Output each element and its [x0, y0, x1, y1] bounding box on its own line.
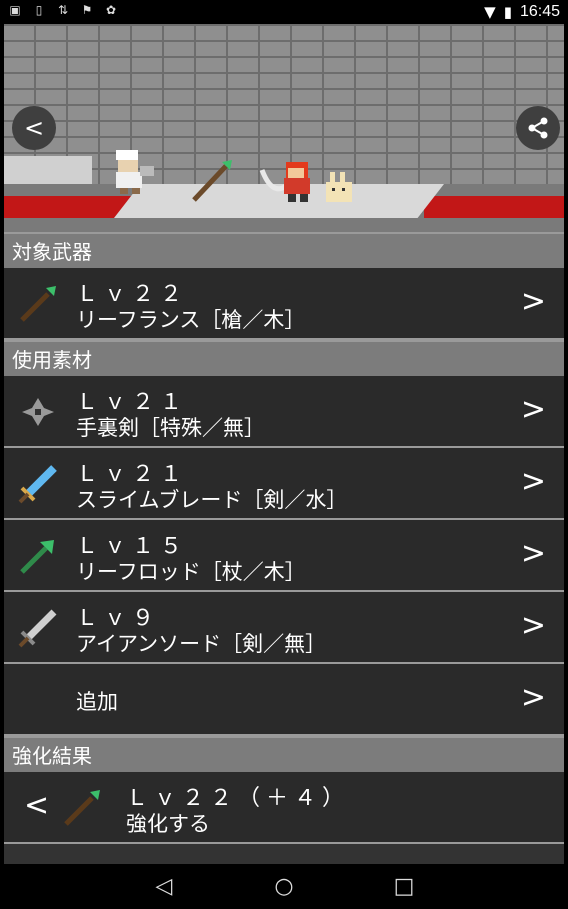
material-name: アイアンソード［剣／無］: [76, 632, 327, 656]
chevron-right-icon: >: [520, 284, 546, 319]
chevron-right-icon: >: [520, 608, 546, 643]
nav-home-button[interactable]: ○: [269, 874, 299, 899]
materials-header: 使用素材: [4, 340, 564, 376]
enhance-button-row[interactable]: < Ｌｖ２２（＋４） 強化する: [4, 772, 564, 844]
sync-icon: ⇅: [57, 3, 69, 17]
material-row[interactable]: Ｌｖ２１ 手裏剣［特殊／無］ >: [4, 376, 564, 448]
material-row[interactable]: Ｌｖ２１ スライムブレード［剣／水］ >: [4, 448, 564, 520]
enhance-panel: 対象武器 Ｌｖ２２ リーフランス［槍／木］ > 使用素材 Ｌｖ２１ 手裏剣［特殊…: [4, 232, 564, 864]
chevron-right-icon: >: [520, 464, 546, 499]
spear-sprite: [192, 160, 232, 202]
nav-back-button[interactable]: ◁: [149, 874, 179, 899]
old-man-sprite: [116, 150, 154, 194]
back-label: <: [23, 114, 45, 142]
chevron-right-icon: >: [520, 680, 546, 715]
target-weapon-row[interactable]: Ｌｖ２２ リーフランス［槍／木］ >: [4, 268, 564, 340]
spear-icon: [64, 790, 100, 826]
navigation-bar: ◁ ○ □: [0, 864, 568, 909]
clock: 16:45: [519, 3, 560, 20]
image-icon: ▣: [9, 3, 21, 17]
sim-icon: ▯: [35, 3, 43, 17]
material-row[interactable]: Ｌｖ９ アイアンソード［剣／無］ >: [4, 592, 564, 664]
spear-icon: [20, 286, 56, 322]
battery-icon: ▮: [503, 3, 512, 21]
chevron-right-icon: >: [520, 392, 546, 427]
share-icon: [528, 117, 548, 139]
nav-recent-button[interactable]: □: [389, 874, 419, 899]
shuriken-icon: [22, 398, 54, 426]
result-header: 強化結果: [4, 736, 564, 772]
back-button[interactable]: <: [12, 106, 56, 150]
chevron-right-icon: >: [520, 536, 546, 571]
material-name: 手裏剣［特殊／無］: [76, 416, 265, 440]
target-name: リーフランス［槍／木］: [76, 308, 306, 332]
battle-scene: <: [4, 24, 564, 232]
enhance-label: 強化する: [126, 812, 210, 836]
status-bar: ▣ ▯ ⇅ ⚑ ✿ ▼ ▮ 16:45: [0, 0, 568, 24]
chevron-left-icon: <: [24, 788, 50, 823]
flag-icon: ⚑: [81, 3, 93, 17]
red-carpet-right: [424, 196, 564, 218]
android-icon: ✿: [105, 3, 117, 17]
stone-step: [4, 156, 92, 186]
wifi-icon: ▼: [484, 3, 496, 21]
staff-icon: [20, 540, 54, 574]
material-row[interactable]: Ｌｖ１５ リーフロッド［杖／木］ >: [4, 520, 564, 592]
hero-sprite: [259, 162, 310, 202]
iron-sword-icon: [18, 609, 57, 648]
material-name: スライムブレード［剣／水］: [76, 488, 348, 512]
share-button[interactable]: [516, 106, 560, 150]
bunny-sprite: [326, 172, 352, 202]
add-label: 追加: [76, 690, 118, 714]
material-name: リーフロッド［杖／木］: [76, 560, 306, 584]
blue-sword-icon: [18, 465, 57, 504]
target-weapon-header: 対象武器: [4, 232, 564, 268]
add-material-row[interactable]: 追加 >: [4, 664, 564, 736]
